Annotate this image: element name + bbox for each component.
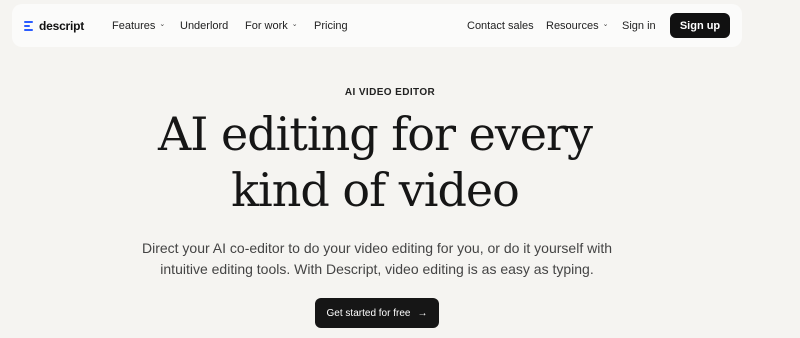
hero-subtitle: Direct your AI co-editor to do your vide… (0, 238, 754, 280)
sign-in-label: Sign in (622, 20, 656, 32)
top-navbar: descript Features ⌄ Underlord For work ⌄… (12, 4, 742, 47)
chevron-down-icon: ⌄ (159, 21, 166, 28)
hero-eyebrow: AI VIDEO EDITOR (344, 87, 436, 98)
nav-underlord[interactable]: Underlord (180, 19, 228, 33)
hero-headline-line-2: kind of video (231, 163, 520, 217)
get-started-button[interactable]: Get started for free → (315, 298, 439, 328)
nav-resources-label: Resources (546, 20, 599, 32)
nav-contact-sales[interactable]: Contact sales (467, 19, 534, 33)
nav-for-work[interactable]: For work ⌄ (245, 19, 298, 33)
get-started-label: Get started for free (326, 307, 411, 319)
arrow-right-icon: → (417, 307, 428, 319)
logo-text: descript (39, 19, 85, 33)
sign-up-button[interactable]: Sign up (670, 13, 730, 38)
nav-contact-sales-label: Contact sales (467, 20, 534, 32)
nav-features[interactable]: Features ⌄ (112, 19, 165, 33)
nav-pricing-label: Pricing (314, 20, 348, 32)
nav-pricing[interactable]: Pricing (314, 19, 348, 33)
nav-resources[interactable]: Resources ⌄ (546, 19, 608, 33)
nav-underlord-label: Underlord (180, 20, 229, 32)
descript-logo-icon (24, 20, 34, 33)
hero-headline: AI editing for every kind of video (0, 106, 750, 218)
chevron-down-icon: ⌄ (291, 21, 298, 28)
chevron-down-icon: ⌄ (602, 21, 609, 28)
sign-in-link[interactable]: Sign in (622, 19, 656, 33)
nav-features-label: Features (112, 20, 156, 32)
descript-logo[interactable]: descript (24, 19, 84, 33)
hero-headline-line-1: AI editing for every (157, 107, 593, 161)
nav-for-work-label: For work (245, 20, 288, 32)
hero-subtitle-line-2: intuitive editing tools. With Descript, … (160, 261, 594, 277)
hero-subtitle-line-1: Direct your AI co-editor to do your vide… (141, 240, 612, 256)
